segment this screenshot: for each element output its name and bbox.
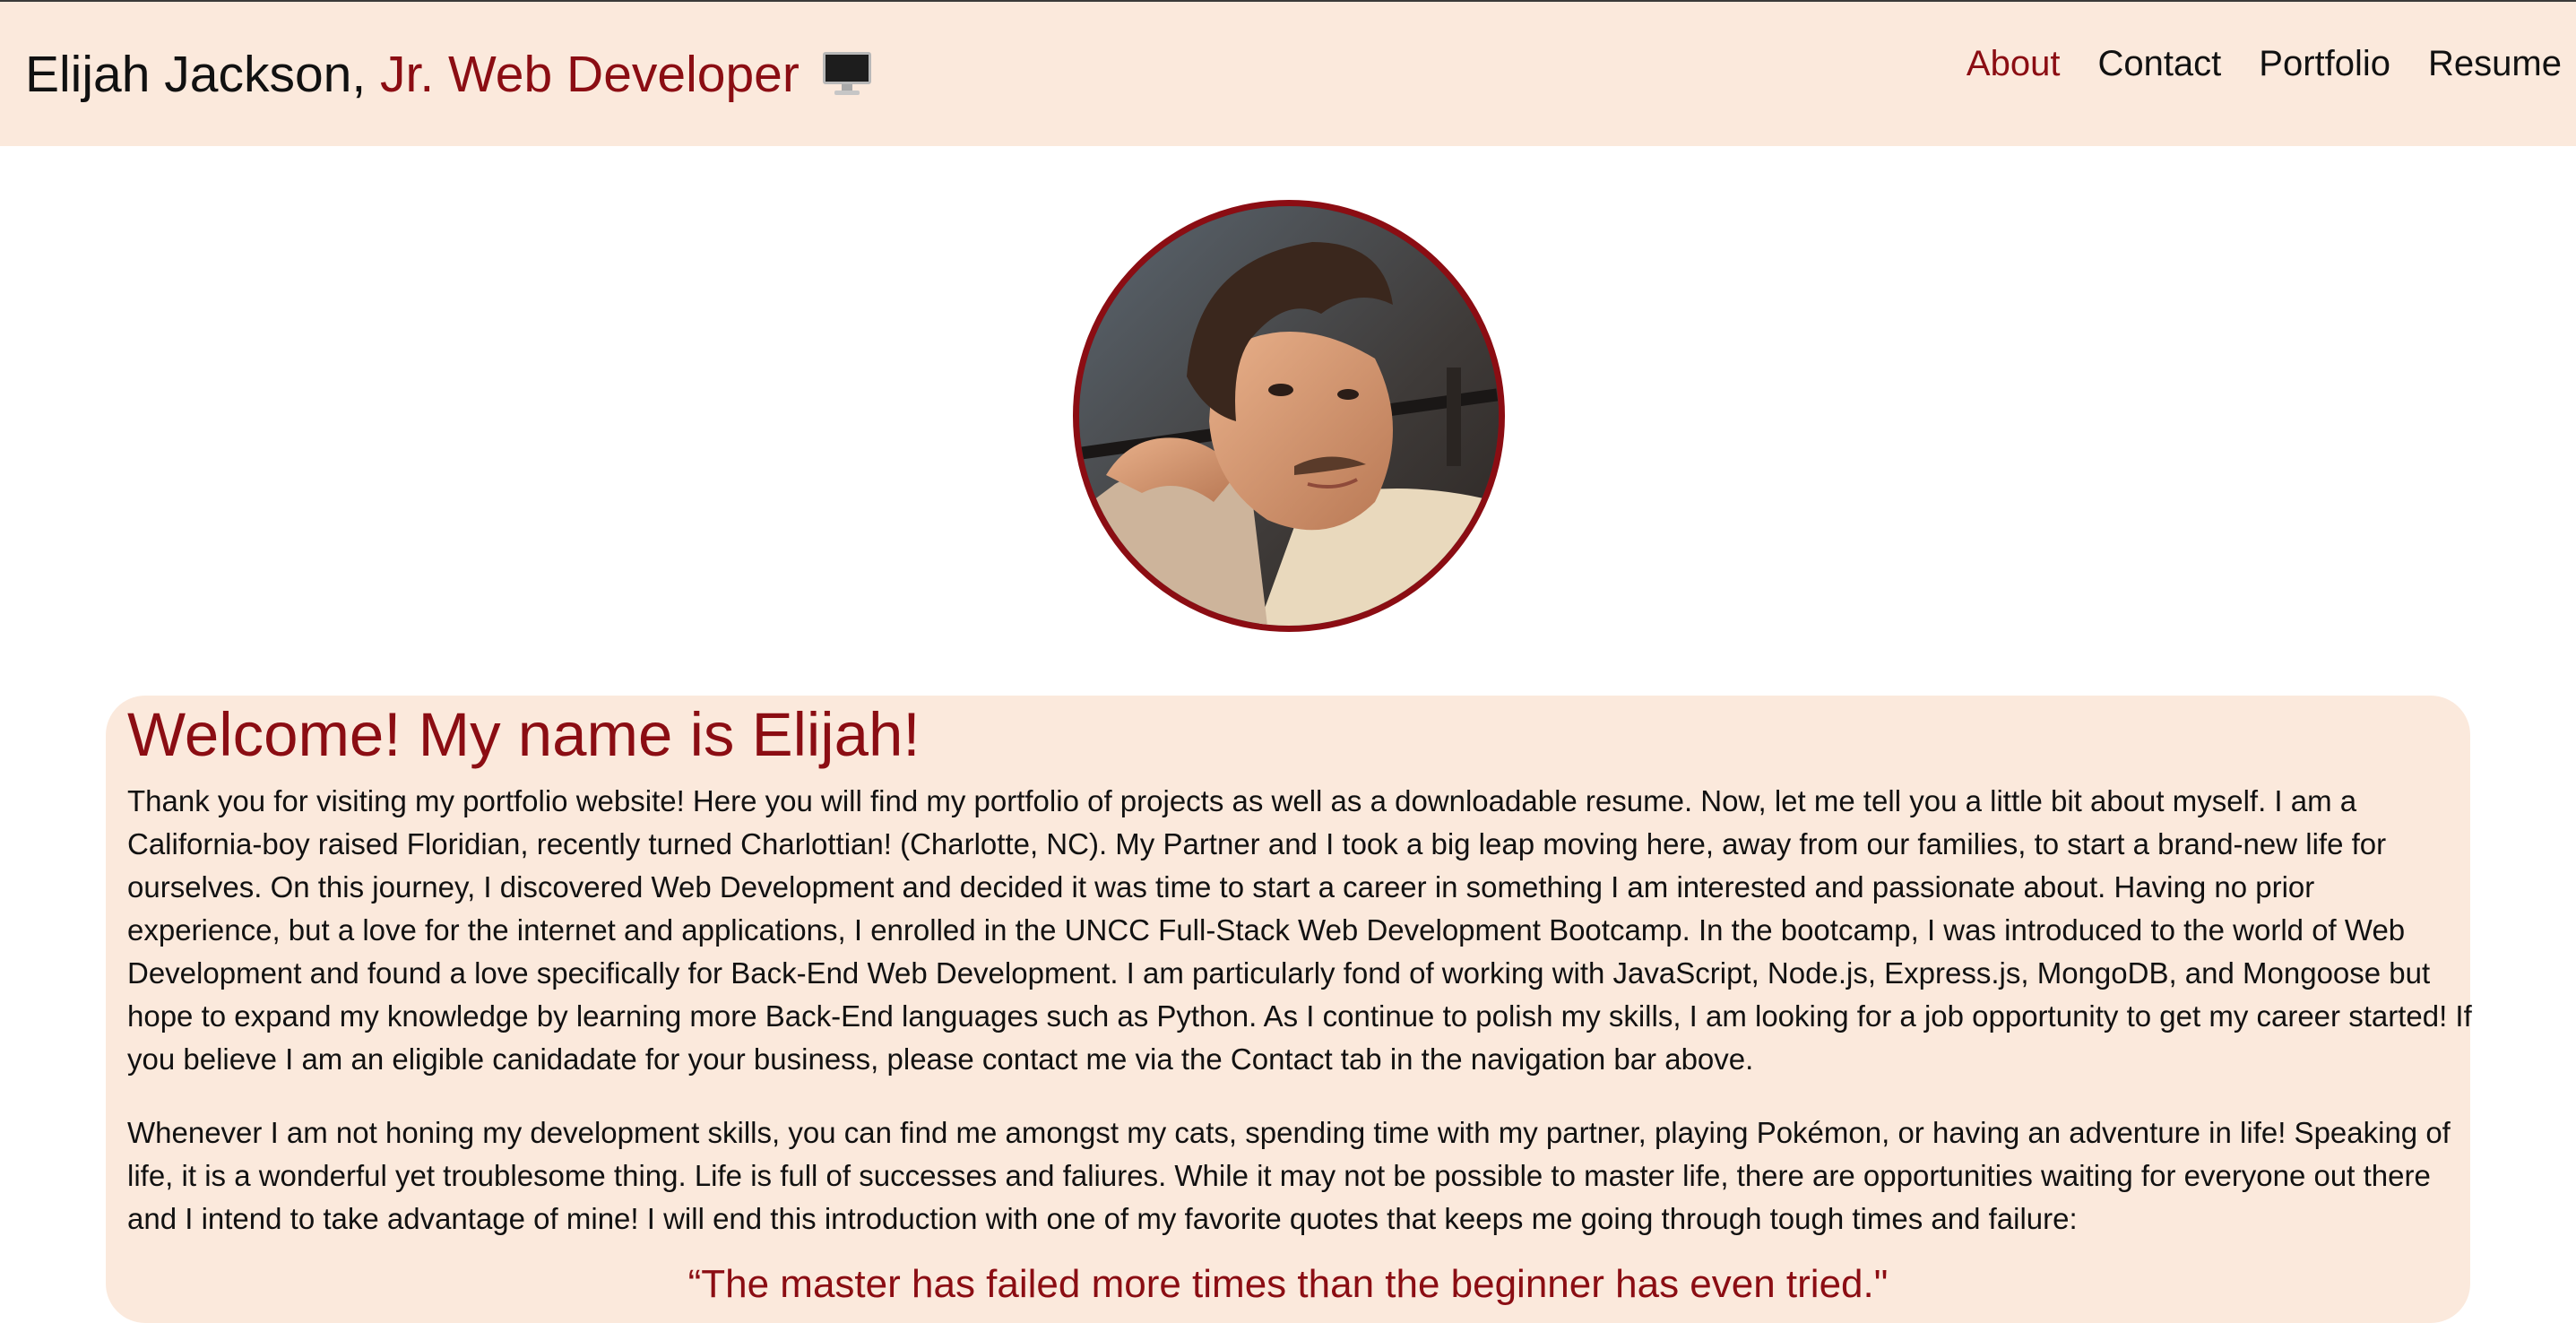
favorite-quote: “The master has failed more times than t… — [687, 1262, 1889, 1306]
main-nav: About Contact Portfolio Resume — [1967, 41, 2562, 86]
top-navbar: Elijah Jackson, Jr. Web Developer About … — [0, 0, 2576, 146]
nav-link-resume[interactable]: Resume — [2428, 41, 2562, 86]
about-paragraph-hobbies: Whenever I am not honing my development … — [127, 1116, 2451, 1235]
desktop-computer-icon — [822, 52, 871, 97]
nav-link-contact[interactable]: Contact — [2097, 41, 2221, 86]
nav-link-portfolio[interactable]: Portfolio — [2259, 41, 2390, 86]
nav-link-about[interactable]: About — [1967, 41, 2061, 86]
brand-name: Elijah Jackson, — [25, 46, 367, 103]
site-brand[interactable]: Elijah Jackson, Jr. Web Developer — [25, 43, 871, 106]
brand-role: Jr. Web Developer — [380, 46, 800, 103]
profile-photo — [1073, 200, 1505, 632]
about-card: Welcome! My name is Elijah! Thank you fo… — [106, 696, 2472, 1323]
about-paragraph-intro: Thank you for visiting my portfolio webs… — [127, 784, 2472, 1076]
profile-photo-illustration — [1079, 206, 1499, 626]
welcome-heading: Welcome! My name is Elijah! — [127, 700, 921, 769]
